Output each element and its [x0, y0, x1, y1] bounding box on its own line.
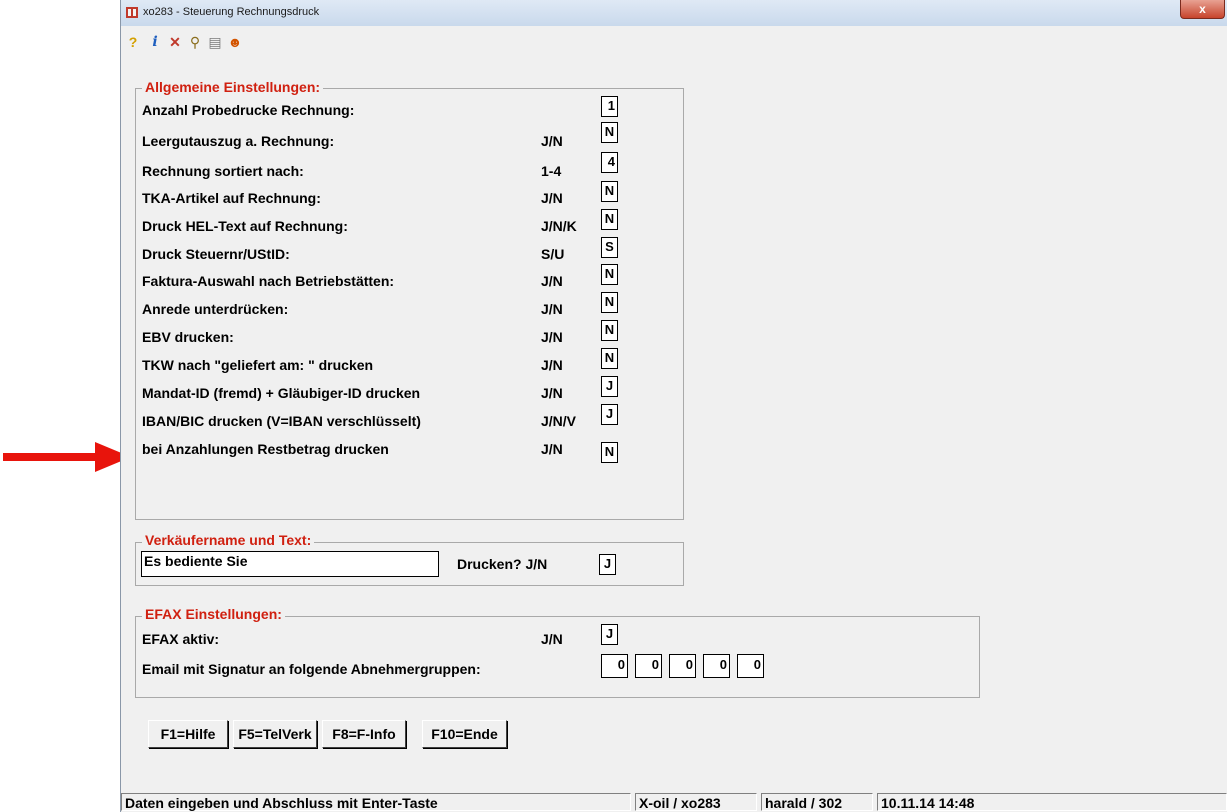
test-prints-field[interactable]: 1 [601, 96, 618, 117]
info-icon[interactable]: i [147, 34, 163, 50]
window-title: xo283 - Steuerung Rechnungsdruck [143, 6, 320, 18]
row-label-salutation: Anrede unterdrücken: [142, 301, 289, 317]
status-message: Daten eingeben und Abschluss mit Enter-T… [121, 793, 631, 811]
help-icon[interactable]: ? [125, 34, 141, 50]
tkw-field[interactable]: N [601, 348, 618, 369]
status-app: X-oil / xo283 [635, 793, 757, 811]
print-seller-field[interactable]: J [599, 554, 616, 575]
row-format-branch-selection: J/N [541, 273, 563, 289]
annotation-arrow [3, 442, 131, 472]
customer-group-field-3[interactable]: 0 [669, 654, 696, 678]
hel-text-field[interactable]: N [601, 209, 618, 230]
tax-id-field[interactable]: S [601, 237, 618, 258]
row-format-salutation: J/N [541, 301, 563, 317]
customer-group-field-4[interactable]: 0 [703, 654, 730, 678]
row-label-test-prints: Anzahl Probedrucke Rechnung: [142, 102, 355, 118]
row-label-iban-bic: IBAN/BIC drucken (V=IBAN verschlüsselt) [142, 413, 421, 429]
user-icon[interactable]: ☻ [227, 34, 243, 50]
finfo-button[interactable]: F8=F-Info [322, 720, 406, 748]
tka-field[interactable]: N [601, 181, 618, 202]
efax-active-format: J/N [541, 631, 563, 647]
print-seller-label: Drucken? J/N [457, 556, 548, 572]
general-settings-legend: Allgemeine Einstellungen: [142, 79, 324, 95]
row-label-mandate-id: Mandat-ID (fremd) + Gläubiger-ID drucken [142, 385, 421, 401]
row-format-hel-text: J/N/K [541, 218, 577, 234]
row-format-iban-bic: J/N/V [541, 413, 577, 429]
row-label-sort: Rechnung sortiert nach: [142, 163, 304, 179]
help-button[interactable]: F1=Hilfe [148, 720, 228, 748]
efax-legend: EFAX Einstellungen: [142, 606, 285, 622]
mandate-id-field[interactable]: J [601, 376, 618, 397]
telverk-button[interactable]: F5=TelVerk [233, 720, 317, 748]
close-button[interactable]: x [1180, 0, 1225, 19]
app-window: xo283 - Steuerung Rechnungsdruck x ? i ✕… [120, 0, 1227, 812]
exit-button[interactable]: F10=Ende [422, 720, 507, 748]
row-format-tka: J/N [541, 190, 563, 206]
efax-panel [135, 616, 980, 698]
status-datetime: 10.11.14 14:48 [877, 793, 1227, 811]
email-signature-label: Email mit Signatur an folgende Abnehmerg… [142, 661, 481, 677]
title-bar: xo283 - Steuerung Rechnungsdruck x [121, 0, 1227, 26]
efax-active-label: EFAX aktiv: [142, 631, 220, 647]
sort-field[interactable]: 4 [601, 152, 618, 173]
row-format-tax-id: S/U [541, 246, 565, 262]
app-icon [126, 7, 138, 18]
branch-selection-field[interactable]: N [601, 264, 618, 285]
status-user: harald / 302 [761, 793, 873, 811]
row-format-empties: J/N [541, 133, 563, 149]
row-format-sort: 1-4 [541, 163, 562, 179]
empties-field[interactable]: N [601, 122, 618, 143]
row-format-remaining-amount: J/N [541, 441, 563, 457]
row-label-remaining-amount: bei Anzahlungen Restbetrag drucken [142, 441, 389, 457]
seller-legend: Verkäufername und Text: [142, 532, 315, 548]
row-label-tkw: TKW nach "geliefert am: " drucken [142, 357, 374, 373]
row-format-mandate-id: J/N [541, 385, 563, 401]
row-label-empties: Leergutauszug a. Rechnung: [142, 133, 335, 149]
salutation-field[interactable]: N [601, 292, 618, 313]
row-label-tax-id: Druck Steuernr/UStID: [142, 246, 290, 262]
seller-text-input[interactable]: Es bediente Sie [141, 551, 439, 577]
row-label-tka: TKA-Artikel auf Rechnung: [142, 190, 321, 206]
customer-group-field-2[interactable]: 0 [635, 654, 662, 678]
customer-group-field-5[interactable]: 0 [737, 654, 764, 678]
print-icon[interactable]: ▤ [207, 34, 223, 50]
row-format-tkw: J/N [541, 357, 563, 373]
customer-group-field-1[interactable]: 0 [601, 654, 628, 678]
ebv-field[interactable]: N [601, 320, 618, 341]
row-format-ebv: J/N [541, 329, 563, 345]
iban-bic-field[interactable]: J [601, 404, 618, 425]
search-icon[interactable]: ⚲ [187, 34, 203, 50]
status-bar: Daten eingeben und Abschluss mit Enter-T… [121, 792, 1227, 812]
delete-icon[interactable]: ✕ [167, 34, 183, 50]
remaining-amount-field[interactable]: N [601, 442, 618, 463]
efax-active-field[interactable]: J [601, 624, 618, 645]
row-label-branch-selection: Faktura-Auswahl nach Betriebstätten: [142, 273, 395, 289]
row-label-hel-text: Druck HEL-Text auf Rechnung: [142, 218, 348, 234]
row-label-ebv: EBV drucken: [142, 329, 234, 345]
